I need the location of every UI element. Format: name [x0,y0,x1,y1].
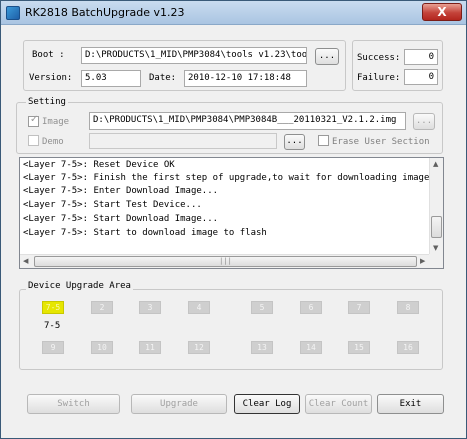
boot-path-field[interactable]: D:\PRODUCTS\1_MID\PMP3084\tools v1.23\to… [81,47,307,64]
image-browse-button[interactable]: ... [413,113,435,130]
scroll-up-arrow-icon[interactable]: ▲ [433,160,438,168]
exit-button[interactable]: Exit [377,394,444,414]
device-slot-16[interactable]: 16 [397,341,419,354]
demo-label: Demo [42,137,64,147]
failure-count: 0 [404,69,438,85]
scroll-down-arrow-icon[interactable]: ▼ [433,244,438,252]
device-slot-7[interactable]: 7 [348,301,370,314]
switch-button[interactable]: Switch [27,394,120,414]
scroll-grip-icon: ||| [219,257,232,265]
vertical-scroll-thumb[interactable] [431,216,442,238]
setting-section-label: Setting [26,97,68,107]
app-icon [6,6,20,20]
device-slot-6[interactable]: 6 [300,301,322,314]
log-line: <Layer 7-5>: Reset Device OK [23,160,175,170]
log-line: <Layer 7-5>: Finish the first step of up… [23,173,444,183]
image-label: Image [42,117,70,127]
log-line: <Layer 7-5>: Start to download image to … [23,228,267,238]
title-bar[interactable]: RK2818 BatchUpgrade v1.23 X [1,1,466,25]
log-vertical-scrollbar[interactable]: ▲ ▼ [429,158,443,255]
demo-path-field[interactable] [89,133,277,149]
date-label: Date: [149,73,177,83]
version-field: 5.03 [81,70,141,87]
scroll-left-arrow-icon[interactable]: ◀ [23,257,28,265]
window-title: RK2818 BatchUpgrade v1.23 [25,6,185,19]
erase-user-section-checkbox[interactable] [318,135,329,146]
device-slot-7-5[interactable]: 7-5 [42,301,64,314]
device-slot-13[interactable]: 13 [251,341,273,354]
upgrade-button[interactable]: Upgrade [131,394,227,414]
boot-label: Boot : [32,50,65,60]
device-slot-15[interactable]: 15 [348,341,370,354]
device-slot-11[interactable]: 11 [139,341,161,354]
device-slot-3[interactable]: 3 [139,301,161,314]
scrollbar-corner [429,254,443,268]
device-slot-4[interactable]: 4 [188,301,210,314]
device-slot-5[interactable]: 5 [251,301,273,314]
image-path-field[interactable]: D:\PRODUCTS\1_MID\PMP3084\PMP3084B___201… [89,112,406,130]
device-upgrade-frame [19,289,443,370]
failure-label: Failure: [357,73,401,83]
scroll-right-arrow-icon[interactable]: ▶ [420,257,425,265]
log-list[interactable]: <Layer 7-5>: Reset Device OK <Layer 7-5>… [19,157,444,269]
device-slot-10[interactable]: 10 [91,341,113,354]
demo-checkbox[interactable] [28,135,39,146]
log-line: <Layer 7-5>: Start Download Image... [23,214,219,224]
log-horizontal-scrollbar[interactable]: ◀ ||| ▶ [20,254,429,268]
device-slot-2[interactable]: 2 [91,301,113,314]
horizontal-scroll-thumb[interactable]: ||| [34,256,417,267]
date-field: 2010-12-10 17:18:48 [184,70,307,87]
main-window: RK2818 BatchUpgrade v1.23 X Boot : D:\PR… [0,0,467,439]
boot-browse-button[interactable]: ... [315,48,339,65]
device-upgrade-section-label: Device Upgrade Area [26,281,133,291]
close-button[interactable]: X [422,3,462,21]
device-slot-14[interactable]: 14 [300,341,322,354]
demo-browse-button[interactable]: ... [284,134,305,150]
image-checkbox[interactable] [28,114,39,127]
success-count: 0 [404,49,438,65]
clear-count-button[interactable]: Clear Count [305,394,372,414]
erase-user-section-label: Erase User Section [332,137,430,147]
log-line: <Layer 7-5>: Start Test Device... [23,200,202,210]
clear-log-button[interactable]: Clear Log [234,394,300,414]
device-slot-12[interactable]: 12 [188,341,210,354]
success-label: Success: [357,53,401,63]
log-line: <Layer 7-5>: Enter Download Image... [23,186,219,196]
version-label: Version: [29,73,73,83]
active-device-caption: 7-5 [44,321,61,331]
device-slot-9[interactable]: 9 [42,341,64,354]
device-slot-8[interactable]: 8 [397,301,419,314]
